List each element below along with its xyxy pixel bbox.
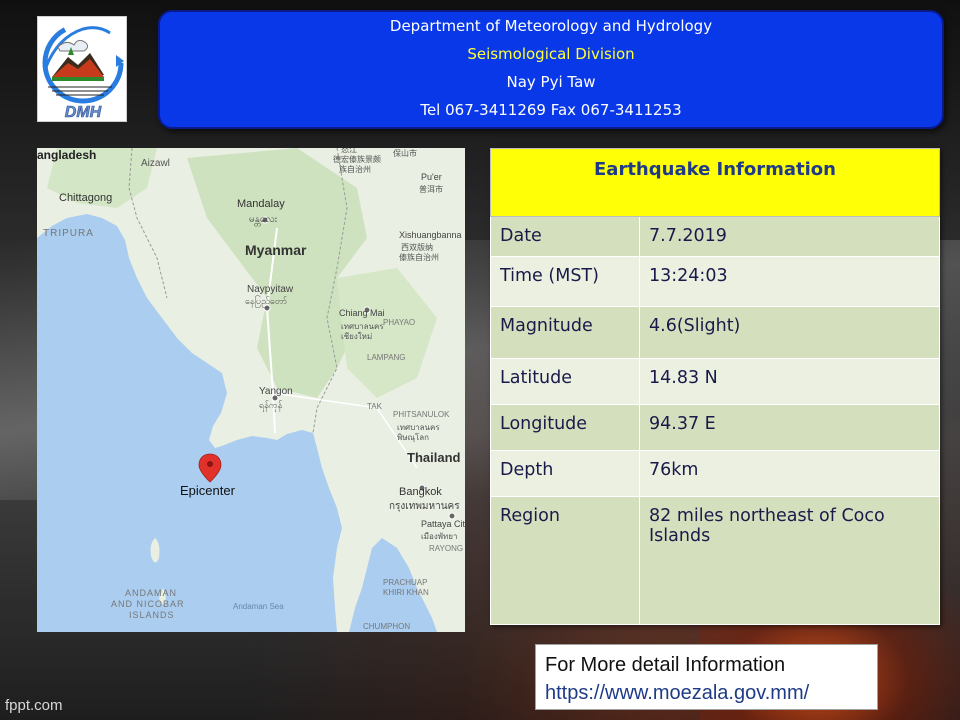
map-label-andaman-1: ANDAMAN (125, 588, 178, 598)
map-label-bangkok-local: กรุงเทพมหานคร (389, 501, 460, 512)
table-row: Latitude 14.83 N (490, 358, 940, 405)
map-label-naypyitaw-local: နေပြည်တော် (245, 296, 288, 306)
table-row: Date 7.7.2019 (490, 216, 940, 257)
row-key-latitude: Latitude (490, 358, 640, 405)
epicenter-label: Epicenter (180, 483, 235, 498)
map-label-tak: TAK (367, 402, 382, 411)
map-label-myanmar: Myanmar (245, 242, 307, 258)
map-label-nujiang: 怒江 (341, 148, 357, 154)
row-key-longitude: Longitude (490, 404, 640, 451)
map-label-pattaya: Pattaya City (421, 519, 465, 529)
dmh-logo-text: DMH (65, 104, 102, 121)
row-value-longitude: 94.37 E (639, 404, 940, 451)
row-key-date: Date (490, 216, 640, 257)
watermark-text: fppt.com (5, 697, 63, 714)
map-label-dehong-2: 族自治州 (339, 165, 371, 174)
row-key-time: Time (MST) (490, 256, 640, 307)
row-key-depth: Depth (490, 450, 640, 497)
row-value-date: 7.7.2019 (639, 216, 940, 257)
map-label-chiang-mai-local-2: เชียงใหม่ (341, 332, 373, 341)
more-info-box: For More detail Information https://www.… (535, 644, 878, 710)
map-label-andaman-sea: Andaman Sea (233, 602, 284, 611)
row-value-latitude: 14.83 N (639, 358, 940, 405)
map-label-mandalay-local: မန္တလေး (249, 214, 278, 225)
map-label-puer-local: 普洱市 (419, 185, 443, 194)
earthquake-info-title: Earthquake Information (490, 148, 940, 217)
row-key-magnitude: Magnitude (490, 306, 640, 359)
map-label-aizawl: Aizawl (141, 158, 170, 169)
row-value-time: 13:24:03 (639, 256, 940, 307)
andaman-island (150, 538, 160, 563)
map-label-pattaya-local: เมืองพัทยา (421, 532, 458, 541)
map-label-thailand: Thailand (407, 450, 461, 465)
table-row: Time (MST) 13:24:03 (490, 256, 940, 307)
map-label-phayao: PHAYAO (383, 318, 416, 327)
map-label-yangon-local: ရန်ကုန် (259, 400, 283, 410)
contact-numbers: Tel 067-3411269 Fax 067-3411253 (420, 101, 682, 119)
map-label-baoshan: 保山市 (393, 149, 417, 158)
map-label-chiang-mai: Chiang Mai (339, 308, 385, 318)
map-label-chumphon: CHUMPHON (363, 622, 411, 631)
map-label-bangkok: Bangkok (399, 486, 442, 498)
map-label-tripura: TRIPURA (43, 228, 94, 239)
map-label-naypyitaw: Naypyitaw (247, 284, 294, 295)
map-label-bangladesh: angladesh (37, 148, 97, 162)
department-name: Department of Meteorology and Hydrology (389, 17, 713, 35)
epicenter-marker-icon[interactable] (198, 453, 222, 483)
dmh-logo: DMH (37, 16, 127, 122)
table-row: Longitude 94.37 E (490, 404, 940, 451)
map-label-phitsanulok-local-2: พิษณุโลก (397, 433, 430, 442)
map-label-andaman-3: ISLANDS (129, 610, 175, 620)
map-label-prachuap: PRACHUAP (383, 578, 428, 587)
row-value-magnitude: 4.6(Slight) (639, 306, 940, 359)
map-label-yangon: Yangon (259, 386, 293, 397)
map-label-rayong: RAYONG (429, 544, 464, 553)
row-value-depth: 76km (639, 450, 940, 497)
location-name: Nay Pyi Taw (506, 73, 596, 91)
map-label-phitsanulok: PHITSANULOK (393, 410, 450, 419)
map-label-xishuangbanna: Xishuangbanna (399, 230, 462, 240)
epicenter-map[interactable]: angladesh Chittagong Aizawl TRIPURA Mand… (37, 148, 465, 632)
row-value-region: 82 miles northeast of Coco Islands (639, 496, 940, 625)
map-label-andaman-2: AND NICOBAR (111, 599, 185, 609)
table-row: Magnitude 4.6(Slight) (490, 306, 940, 359)
table-row: Depth 76km (490, 450, 940, 497)
earthquake-info-table: Earthquake Information Date 7.7.2019 Tim… (490, 148, 940, 625)
map-label-mandalay: Mandalay (237, 198, 285, 210)
header-banner: Department of Meteorology and Hydrology … (158, 10, 944, 129)
map-label-lampang: LAMPANG (367, 353, 406, 362)
table-row: Region 82 miles northeast of Coco Island… (490, 496, 940, 625)
dmh-logo-icon: DMH (42, 22, 124, 121)
map-label-xishuangbanna-local-2: 傣族自治州 (399, 253, 439, 262)
map-label-chittagong: Chittagong (59, 192, 113, 204)
map-label-puer: Pu'er (421, 172, 442, 182)
division-name: Seismological Division (467, 45, 635, 63)
more-info-label: For More detail Information (545, 654, 786, 676)
map-label-khiri-khan: KHIRI KHAN (383, 588, 429, 597)
row-key-region: Region (490, 496, 640, 625)
more-info-link[interactable]: https://www.moezala.gov.mm/ (545, 679, 877, 707)
